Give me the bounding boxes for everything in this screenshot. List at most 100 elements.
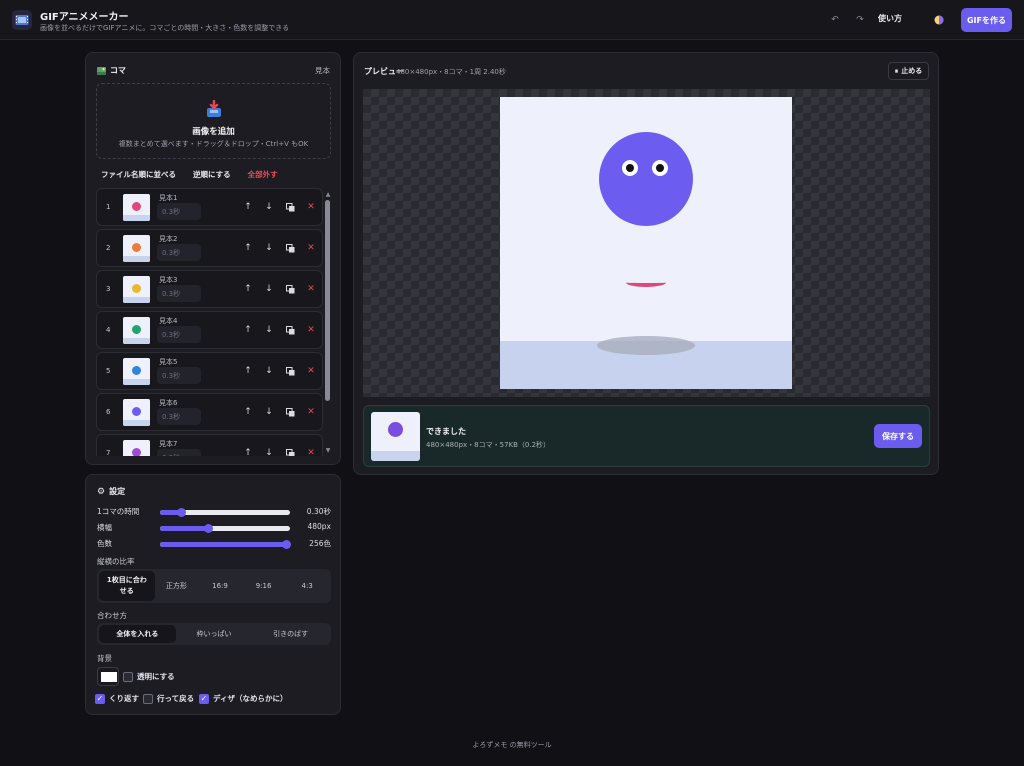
frame-index: 3 (106, 285, 111, 293)
delete-icon[interactable]: ✕ (304, 446, 318, 456)
move-down-icon[interactable]: ↓ (262, 364, 276, 378)
move-up-icon[interactable]: ↑ (241, 405, 255, 419)
save-button[interactable]: 保存する (874, 424, 922, 448)
delete-icon[interactable]: ✕ (304, 241, 318, 255)
segment-option[interactable]: 4:3 (285, 571, 329, 601)
frame-time-slider[interactable] (160, 508, 290, 517)
frame-duration-input[interactable]: 0.3秒 (157, 367, 201, 384)
frame-name: 見本1 (159, 194, 178, 202)
frame-row[interactable]: 3 見本3 0.3秒 ↑ ↓ ✕ (96, 270, 323, 308)
duplicate-icon[interactable] (283, 364, 297, 378)
move-up-icon[interactable]: ↑ (241, 282, 255, 296)
undo-icon[interactable]: ↶ (827, 12, 843, 28)
result-title: できました (426, 427, 466, 436)
settings-title: ⚙ 設定 (97, 486, 126, 497)
segment-option[interactable]: 全体を入れる (99, 625, 176, 643)
delete-icon[interactable]: ✕ (304, 200, 318, 214)
frame-duration-input[interactable]: 0.3秒 (157, 203, 201, 220)
app-subtitle: 画像を並べるだけでGIFアニメに。コマごとの時間・大きさ・色数を調整できる (40, 24, 290, 32)
duplicate-icon[interactable] (283, 241, 297, 255)
colors-slider[interactable] (160, 540, 292, 549)
duplicate-icon[interactable] (283, 405, 297, 419)
frame-duration-input[interactable]: 0.3秒 (157, 408, 201, 425)
dropzone-title: 画像を追加 (192, 127, 235, 137)
loop-checkbox[interactable]: ✓ くり返す (95, 693, 139, 704)
frame-thumbnail (123, 399, 150, 426)
delete-icon[interactable]: ✕ (304, 364, 318, 378)
segment-option[interactable]: 引きのばす (252, 625, 329, 643)
background-color-picker[interactable] (97, 667, 119, 686)
frame-name: 見本7 (159, 440, 178, 448)
move-up-icon[interactable]: ↑ (241, 323, 255, 337)
delete-icon[interactable]: ✕ (304, 282, 318, 296)
frames-title: コマ (97, 65, 126, 76)
move-down-icon[interactable]: ↓ (262, 241, 276, 255)
aspect-label: 縦横の比率 (97, 557, 135, 566)
move-up-icon[interactable]: ↑ (241, 241, 255, 255)
frame-row[interactable]: 5 見本5 0.3秒 ↑ ↓ ✕ (96, 352, 323, 390)
scrollbar-thumb[interactable] (325, 200, 330, 401)
frame-list-scrollbar[interactable]: ▲ ▼ (324, 191, 332, 455)
frame-row[interactable]: 7 見本7 0.3秒 ↑ ↓ ✕ (96, 434, 323, 456)
move-down-icon[interactable]: ↓ (262, 446, 276, 456)
segment-option[interactable]: 9:16 (242, 571, 286, 601)
sort-by-name-button[interactable]: ファイル名順に並べる (101, 169, 176, 180)
frame-thumbnail (123, 440, 150, 456)
make-gif-button[interactable]: GIFを作る (961, 8, 1012, 32)
frame-duration-input[interactable]: 0.3秒 (157, 244, 201, 261)
segment-option[interactable]: 16:9 (198, 571, 242, 601)
duplicate-icon[interactable] (283, 200, 297, 214)
frame-time-row: 1コマの時間 0.30秒 (97, 506, 331, 518)
move-up-icon[interactable]: ↑ (241, 364, 255, 378)
result-meta: 480×480px・8コマ・57KB（0.2秒） (426, 441, 551, 449)
transparent-checkbox[interactable]: 透明にする (123, 671, 175, 682)
scroll-up-icon[interactable]: ▲ (324, 191, 332, 199)
frames-panel: コマ 見本 画像を追加 複数まとめて選べます・ドラッグ＆ドロップ・Ctrl+V … (85, 52, 341, 465)
move-up-icon[interactable]: ↑ (241, 200, 255, 214)
move-up-icon[interactable]: ↑ (241, 446, 255, 456)
frame-duration-input[interactable]: 0.3秒 (157, 449, 201, 456)
width-slider[interactable] (160, 524, 290, 533)
duplicate-icon[interactable] (283, 446, 297, 456)
stop-button[interactable]: ⏸ 止める (888, 62, 929, 80)
move-down-icon[interactable]: ↓ (262, 200, 276, 214)
frame-name: 見本5 (159, 358, 178, 366)
frame-duration-input[interactable]: 0.3秒 (157, 326, 201, 343)
frame-duration-input[interactable]: 0.3秒 (157, 285, 201, 302)
scroll-down-icon[interactable]: ▼ (324, 447, 332, 455)
film-icon (12, 10, 32, 30)
segment-option[interactable]: 枠いっぱい (176, 625, 253, 643)
frame-index: 1 (106, 203, 111, 211)
image-dropzone[interactable]: 画像を追加 複数まとめて選べます・ドラッグ＆ドロップ・Ctrl+V もOK (96, 83, 331, 159)
dither-checkbox[interactable]: ✓ ディザ（なめらかに） (199, 693, 287, 704)
segment-option[interactable]: 1枚目に合わせる (99, 571, 155, 601)
move-down-icon[interactable]: ↓ (262, 405, 276, 419)
duplicate-icon[interactable] (283, 282, 297, 296)
footer-credit: よろずメモ の無料ツール (472, 741, 552, 749)
preview-stage (363, 89, 930, 397)
remove-all-button[interactable]: 全部外す (248, 169, 278, 180)
delete-icon[interactable]: ✕ (304, 405, 318, 419)
preview-panel: プレビュー 480×480px・8コマ・1周 2.40秒 ⏸ 止める できました… (353, 52, 939, 475)
frame-row[interactable]: 4 見本4 0.3秒 ↑ ↓ ✕ (96, 311, 323, 349)
segment-option[interactable]: 正方形 (155, 571, 199, 601)
frame-thumbnail (123, 235, 150, 262)
duplicate-icon[interactable] (283, 323, 297, 337)
frame-name: 見本6 (159, 399, 178, 407)
frame-row[interactable]: 6 見本6 0.3秒 ↑ ↓ ✕ (96, 393, 323, 431)
reverse-order-button[interactable]: 逆順にする (193, 169, 231, 180)
help-button[interactable]: 使い方 (878, 13, 902, 24)
inbox-tray-icon (205, 99, 223, 118)
frame-row[interactable]: 2 見本2 0.3秒 ↑ ↓ ✕ (96, 229, 323, 267)
move-down-icon[interactable]: ↓ (262, 282, 276, 296)
delete-icon[interactable]: ✕ (304, 323, 318, 337)
move-down-icon[interactable]: ↓ (262, 323, 276, 337)
frame-index: 4 (106, 326, 111, 334)
frame-list: 1 見本1 0.3秒 ↑ ↓ ✕ 2 見本2 0.3秒 ↑ ↓ ✕ 3 見本3 … (96, 188, 323, 456)
theme-toggle-icon[interactable] (932, 13, 946, 27)
pingpong-checkbox[interactable]: 行って戻る (143, 693, 194, 704)
redo-icon[interactable]: ↷ (852, 12, 868, 28)
result-card: できました 480×480px・8コマ・57KB（0.2秒） 保存する (363, 405, 930, 467)
load-sample-button[interactable]: 見本 (315, 65, 330, 76)
frame-row[interactable]: 1 見本1 0.3秒 ↑ ↓ ✕ (96, 188, 323, 226)
